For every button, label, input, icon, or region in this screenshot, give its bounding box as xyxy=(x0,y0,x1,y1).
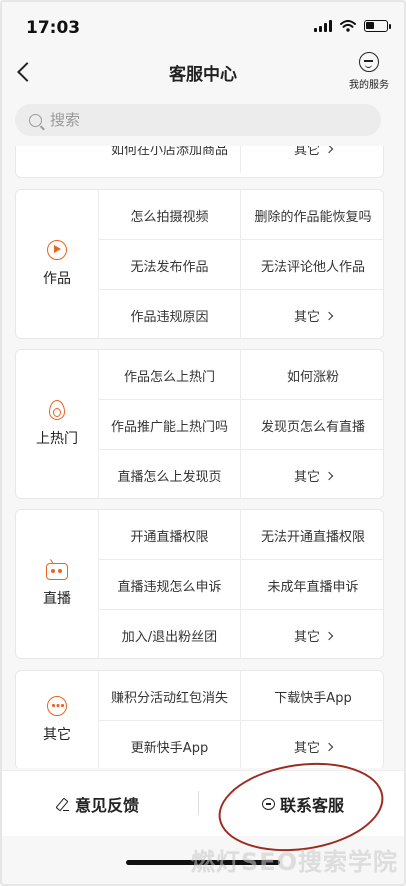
faq-card-other: 其它 赚积分活动红包消失 下载快手App 更新快手App 其它 xyxy=(15,670,384,768)
faq-question[interactable]: 直播怎么上发现页 xyxy=(99,450,241,498)
flame-icon xyxy=(49,400,65,420)
signal-icon xyxy=(314,20,332,32)
tv-icon xyxy=(46,563,68,580)
faq-question[interactable]: 作品违规原因 xyxy=(99,290,241,338)
contact-label: 联系客服 xyxy=(279,796,344,815)
faq-question-other[interactable]: 其它 xyxy=(241,290,383,338)
category-label: 上热门 xyxy=(36,431,78,447)
faq-question[interactable]: 如何涨粉 xyxy=(241,350,383,400)
service-face-icon xyxy=(359,52,379,72)
faq-question[interactable]: 如何在小店添加商品 xyxy=(99,146,241,173)
faq-question[interactable]: 加入/退出粉丝团 xyxy=(99,610,241,658)
chevron-right-icon xyxy=(324,742,334,751)
faq-card-hot: 上热门 作品怎么上热门 如何涨粉 作品推广能上热门吗 发现页怎么有直播 直播怎么… xyxy=(15,349,384,499)
home-indicator[interactable] xyxy=(126,860,280,865)
feedback-label: 意见反馈 xyxy=(74,796,139,815)
chevron-right-icon xyxy=(324,146,334,153)
search-icon xyxy=(29,113,42,127)
battery-icon xyxy=(364,20,391,32)
faq-card-live: 直播 开通直播权限 无法开通直播权限 直播违规怎么申诉 未成年直播申诉 加入/退… xyxy=(15,509,384,659)
faq-question[interactable]: 直播违规怎么申诉 xyxy=(99,560,241,610)
faq-question-other[interactable]: 其它 xyxy=(241,721,383,768)
faq-card-works: 作品 怎么拍摄视频 删除的作品能恢复吗 无法发布作品 无法评论他人作品 作品违规… xyxy=(15,189,384,339)
category-live: 直播 xyxy=(16,510,99,658)
faq-question[interactable]: 删除的作品能恢复吗 xyxy=(241,190,383,240)
faq-question[interactable]: 发现页怎么有直播 xyxy=(241,400,383,450)
faq-grid: 如何在小店添加商品 其它 xyxy=(99,146,383,177)
status-icons xyxy=(314,20,391,32)
faq-grid: 开通直播权限 无法开通直播权限 直播违规怎么申诉 未成年直播申诉 加入/退出粉丝… xyxy=(99,510,383,658)
category-hot: 上热门 xyxy=(16,350,99,498)
faq-question-other[interactable]: 其它 xyxy=(241,146,383,173)
my-service-button[interactable]: 我的服务 xyxy=(344,52,394,91)
play-circle-icon xyxy=(47,240,67,260)
contact-service-button[interactable]: 联系客服 xyxy=(200,771,406,837)
pencil-icon xyxy=(57,798,69,811)
category-label: 其它 xyxy=(43,727,71,743)
my-service-label: 我的服务 xyxy=(349,80,389,91)
faq-grid: 作品怎么上热门 如何涨粉 作品推广能上热门吗 发现页怎么有直播 直播怎么上发现页… xyxy=(99,350,383,498)
chevron-right-icon xyxy=(324,631,334,640)
category-label: 直播 xyxy=(43,591,71,607)
category-works: 作品 xyxy=(16,190,99,338)
faq-question[interactable]: 作品推广能上热门吗 xyxy=(99,400,241,450)
category-other: 其它 xyxy=(16,671,99,768)
faq-question[interactable]: 无法开通直播权限 xyxy=(241,510,383,560)
search-input[interactable] xyxy=(50,111,350,129)
faq-card-partial: 如何在小店添加商品 其它 xyxy=(15,146,384,178)
faq-question[interactable]: 更新快手App xyxy=(99,721,241,768)
nav-header: 客服中心 我的服务 xyxy=(0,50,406,94)
chevron-right-icon xyxy=(324,311,334,320)
bottom-action-bar: 意见反馈 联系客服 xyxy=(0,770,406,836)
faq-list[interactable]: 如何在小店添加商品 其它 作品 怎么拍摄视频 删除的作品能恢复吗 无法发布作品 … xyxy=(0,146,406,768)
divider xyxy=(198,791,199,815)
status-time: 17:03 xyxy=(26,18,81,38)
faq-question[interactable]: 开通直播权限 xyxy=(99,510,241,560)
wifi-icon xyxy=(340,20,356,32)
more-circle-icon xyxy=(47,696,67,716)
faq-grid: 赚积分活动红包消失 下载快手App 更新快手App 其它 xyxy=(99,671,383,768)
faq-question[interactable]: 怎么拍摄视频 xyxy=(99,190,241,240)
search-bar[interactable] xyxy=(15,104,381,136)
faq-question-other[interactable]: 其它 xyxy=(241,450,383,498)
faq-question[interactable]: 未成年直播申诉 xyxy=(241,560,383,610)
faq-question[interactable]: 无法评论他人作品 xyxy=(241,240,383,290)
feedback-button[interactable]: 意见反馈 xyxy=(0,771,196,837)
faq-grid: 怎么拍摄视频 删除的作品能恢复吗 无法发布作品 无法评论他人作品 作品违规原因 … xyxy=(99,190,383,338)
chevron-right-icon xyxy=(324,471,334,480)
faq-question[interactable]: 下载快手App xyxy=(241,671,383,721)
faq-question[interactable]: 赚积分活动红包消失 xyxy=(99,671,241,721)
faq-question-other[interactable]: 其它 xyxy=(241,610,383,658)
faq-question[interactable]: 作品怎么上热门 xyxy=(99,350,241,400)
chat-icon xyxy=(261,798,275,810)
status-bar: 17:03 xyxy=(0,0,406,50)
category-label: 作品 xyxy=(43,271,71,287)
faq-question[interactable]: 无法发布作品 xyxy=(99,240,241,290)
